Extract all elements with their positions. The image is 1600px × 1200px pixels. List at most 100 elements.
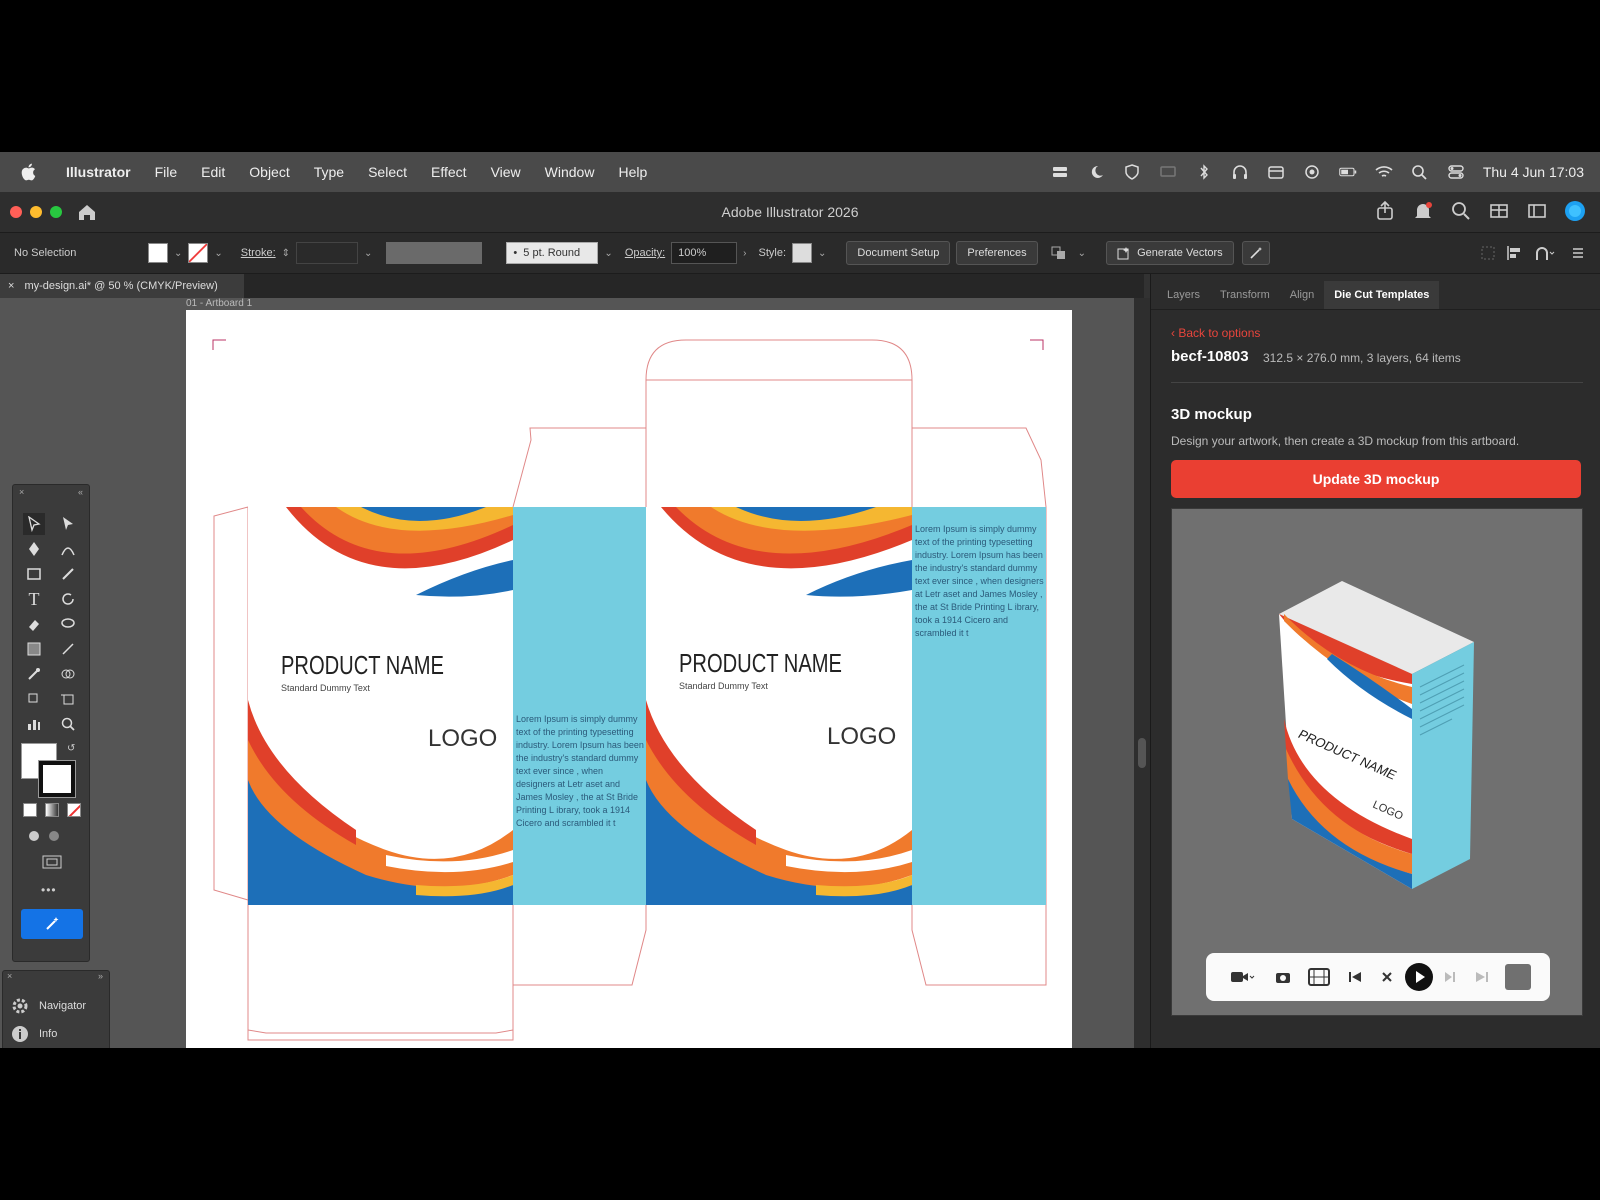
opacity-label[interactable]: Opacity:	[625, 247, 665, 259]
collapse-panel-icon[interactable]: «	[78, 487, 83, 497]
curvature-tool[interactable]	[57, 538, 79, 560]
skip-forward-button[interactable]	[1464, 953, 1500, 1001]
document-tab[interactable]: × my-design.ai* @ 50 % (CMYK/Preview)	[0, 274, 244, 298]
chevron-down-icon[interactable]: ⌄	[604, 248, 612, 259]
shape-builder-icon[interactable]	[1534, 245, 1556, 261]
shape-builder-tool[interactable]	[57, 663, 79, 685]
column-graph-tool[interactable]	[23, 713, 45, 735]
collapse-panel-icon[interactable]: »	[98, 971, 103, 981]
moon-icon[interactable]	[1087, 164, 1105, 180]
generative-button[interactable]	[21, 909, 83, 939]
menu-edit[interactable]: Edit	[189, 164, 237, 180]
wifi-icon[interactable]	[1375, 164, 1393, 180]
rectangle-tool[interactable]	[23, 563, 45, 585]
swap-colors-icon[interactable]: ↺	[67, 743, 75, 754]
shield-icon[interactable]	[1123, 164, 1141, 180]
tab-align[interactable]: Align	[1280, 289, 1324, 309]
menu-window[interactable]: Window	[533, 164, 607, 180]
back-to-options-link[interactable]: ‹ Back to options	[1171, 326, 1260, 340]
tab-die-cut-templates[interactable]: Die Cut Templates	[1324, 281, 1440, 309]
close-tab-icon[interactable]: ×	[8, 280, 14, 292]
bell-icon[interactable]	[1412, 200, 1434, 222]
step-forward-button[interactable]	[1437, 953, 1464, 1001]
info-row[interactable]: Info	[11, 1025, 57, 1043]
document-setup-button[interactable]: Document Setup	[846, 241, 951, 265]
eyedropper-tool[interactable]	[23, 663, 45, 685]
scrollbar-thumb[interactable]	[1138, 738, 1146, 768]
draw-normal-icon[interactable]	[23, 825, 45, 847]
blend-tool[interactable]	[57, 638, 79, 660]
tab-layers[interactable]: Layers	[1157, 289, 1210, 309]
stroke-label[interactable]: Stroke:	[241, 247, 276, 259]
menu-object[interactable]: Object	[237, 164, 301, 180]
workspace-icon[interactable]	[1488, 200, 1510, 222]
stroke-swatch[interactable]	[188, 243, 209, 263]
product-name-text[interactable]: PRODUCT NAME	[281, 650, 444, 680]
close-window-button[interactable]	[10, 206, 22, 218]
die-cut-artwork[interactable]: PRODUCT NAME Standard Dummy Text LOGO PR…	[186, 310, 1072, 1048]
lasso-tool[interactable]	[57, 613, 79, 635]
opacity-field[interactable]: 100%	[671, 242, 738, 264]
direct-selection-tool[interactable]	[57, 513, 79, 535]
stepper-icon[interactable]: ⇕	[282, 248, 290, 259]
user-avatar[interactable]	[1564, 200, 1586, 222]
align-left-icon[interactable]	[1506, 245, 1524, 261]
side-text-right[interactable]: Lorem Ipsum is simply dummy text of the …	[915, 523, 1045, 640]
chevron-down-icon[interactable]: ⌄	[174, 248, 182, 259]
more-tools-icon[interactable]: •••	[41, 883, 57, 897]
menubar-clock[interactable]: Thu 4 Jun 17:03	[1483, 164, 1584, 180]
menu-select[interactable]: Select	[356, 164, 419, 180]
update-3d-mockup-button[interactable]: Update 3D mockup	[1171, 460, 1581, 498]
type-tool[interactable]: T	[23, 588, 45, 610]
artboard-tool[interactable]	[57, 688, 79, 710]
menu-app-name[interactable]: Illustrator	[54, 164, 143, 180]
display-icon[interactable]	[1159, 164, 1177, 180]
navigator-row[interactable]: Navigator	[11, 997, 86, 1015]
search-icon[interactable]	[1411, 164, 1429, 180]
menu-icon[interactable]	[1570, 245, 1586, 261]
record-icon[interactable]	[1303, 164, 1321, 180]
menu-view[interactable]: View	[479, 164, 533, 180]
fill-swatch[interactable]	[148, 243, 168, 263]
menu-help[interactable]: Help	[606, 164, 659, 180]
close-panel-icon[interactable]: ×	[7, 971, 12, 981]
magic-wand-button[interactable]	[1241, 241, 1270, 265]
menu-type[interactable]: Type	[302, 164, 356, 180]
symbol-sprayer-tool[interactable]	[23, 688, 45, 710]
snapshot-button[interactable]	[1265, 953, 1301, 1001]
draw-behind-icon[interactable]	[43, 825, 65, 847]
canvas[interactable]: 01 - Artboard 1 PRODUCT NAME Standard Du…	[0, 298, 1142, 1048]
chevron-down-icon[interactable]: ⌄	[214, 248, 222, 259]
home-icon[interactable]	[76, 201, 98, 223]
stroke-color-swatch[interactable]	[38, 760, 76, 798]
style-swatch[interactable]	[792, 243, 813, 263]
play-button[interactable]	[1401, 953, 1437, 1001]
chevron-right-icon[interactable]: ›	[743, 248, 746, 259]
product-name-text[interactable]: PRODUCT NAME	[679, 648, 842, 678]
panel-toggle-icon[interactable]	[1526, 200, 1548, 222]
rotate-tool[interactable]	[57, 588, 79, 610]
camera-menu-button[interactable]	[1220, 953, 1265, 1001]
zoom-window-button[interactable]	[50, 206, 62, 218]
arrange-icon[interactable]	[1050, 244, 1072, 262]
logo-text[interactable]: LOGO	[827, 723, 896, 750]
transform-icon[interactable]	[1480, 245, 1496, 261]
gradient-mode-button[interactable]	[45, 803, 59, 817]
background-color-button[interactable]	[1500, 953, 1536, 1001]
menu-effect[interactable]: Effect	[419, 164, 479, 180]
chevron-down-icon[interactable]: ⌄	[818, 248, 826, 259]
close-panel-icon[interactable]: ×	[19, 487, 24, 497]
stroke-weight-field[interactable]	[296, 242, 359, 264]
battery-icon[interactable]	[1339, 164, 1357, 180]
box-mockup-3d[interactable]: PRODUCT NAME LOGO	[1172, 509, 1584, 1017]
paintbrush-tool[interactable]	[57, 563, 79, 585]
artboard[interactable]: PRODUCT NAME Standard Dummy Text LOGO PR…	[186, 310, 1072, 1048]
skip-back-button[interactable]	[1337, 953, 1373, 1001]
gradient-tool[interactable]	[23, 638, 45, 660]
control-center-icon[interactable]	[1447, 164, 1465, 180]
calendar-icon[interactable]	[1267, 164, 1285, 180]
chevron-down-icon[interactable]: ⌄	[364, 248, 372, 259]
generate-vectors-button[interactable]: Generate Vectors	[1106, 241, 1234, 265]
headphones-icon[interactable]	[1231, 164, 1249, 180]
color-mode-button[interactable]	[23, 803, 37, 817]
